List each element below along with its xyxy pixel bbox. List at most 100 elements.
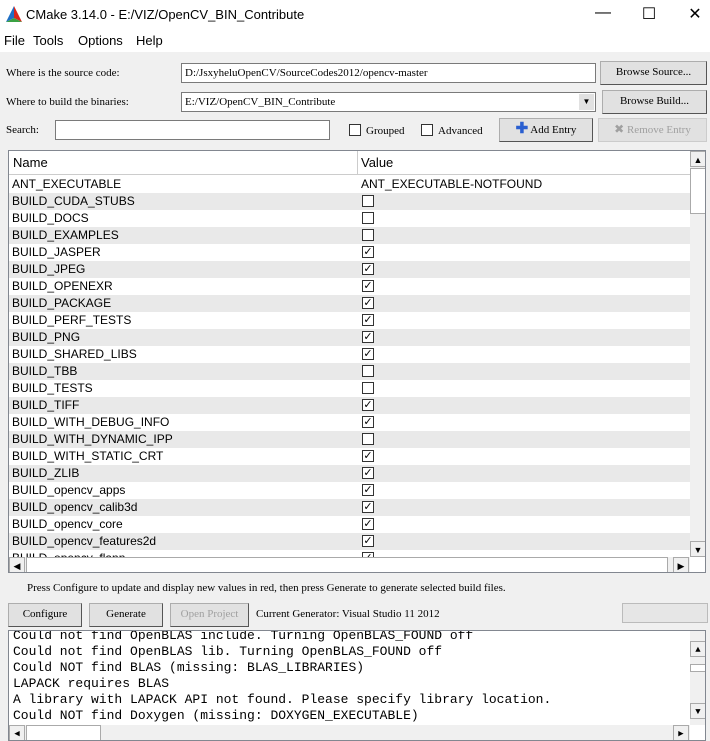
configure-button[interactable]: Configure	[8, 603, 82, 627]
remove-entry-button[interactable]: ✖ Remove Entry	[598, 118, 707, 142]
menu-file[interactable]: File	[4, 33, 25, 48]
column-header-value[interactable]: Value	[361, 155, 393, 170]
entry-checkbox[interactable]: ✓	[362, 297, 374, 309]
scroll-right-arrow-icon[interactable]: ▶	[673, 557, 689, 572]
entry-checkbox[interactable]: ✓	[362, 314, 374, 326]
build-path-combobox[interactable]: E:/VIZ/OpenCV_BIN_Contribute ▼	[181, 92, 596, 112]
entry-checkbox[interactable]: ✓	[362, 280, 374, 292]
table-row[interactable]: BUILD_CUDA_STUBS	[9, 193, 691, 210]
table-row[interactable]: BUILD_ZLIB ✓	[9, 465, 691, 482]
entry-name: BUILD_PACKAGE	[12, 296, 112, 310]
dropdown-arrow-icon[interactable]: ▼	[579, 94, 594, 110]
table-row[interactable]: BUILD_TBB	[9, 363, 691, 380]
log-scroll-left-arrow-icon[interactable]: ◀	[9, 725, 25, 740]
entry-name: BUILD_opencv_core	[12, 517, 123, 531]
table-row[interactable]: BUILD_opencv_features2d ✓	[9, 533, 691, 550]
menu-help[interactable]: Help	[136, 33, 163, 48]
log-line: Could not find OpenBLAS include. Turning…	[13, 630, 474, 643]
close-button[interactable]: ✕	[680, 4, 710, 24]
table-row[interactable]: BUILD_WITH_DEBUG_INFO ✓	[9, 414, 691, 431]
generate-button[interactable]: Generate	[89, 603, 163, 627]
table-row[interactable]: BUILD_EXAMPLES	[9, 227, 691, 244]
source-label: Where is the source code:	[6, 67, 120, 79]
log-scroll-right-arrow-icon[interactable]: ▶	[673, 725, 689, 740]
menu-options[interactable]: Options	[78, 33, 123, 48]
scrollbar-thumb[interactable]	[690, 168, 705, 214]
scrollbar-thumb-horizontal[interactable]	[26, 557, 668, 572]
minimize-button[interactable]: —	[588, 4, 618, 22]
log-scrollbar-thumb[interactable]	[690, 664, 705, 672]
entry-checkbox[interactable]: ✓	[362, 501, 374, 513]
source-path-input[interactable]: D:/JsxyheluOpenCV/SourceCodes2012/opencv…	[181, 63, 596, 83]
table-row[interactable]: BUILD_JASPER ✓	[9, 244, 691, 261]
advanced-checkbox[interactable]	[421, 124, 433, 136]
column-header-name[interactable]: Name	[13, 155, 48, 170]
table-row[interactable]: BUILD_PACKAGE ✓	[9, 295, 691, 312]
output-log[interactable]: Could not find OpenBLAS include. Turning…	[8, 630, 706, 741]
table-row[interactable]: BUILD_TIFF ✓	[9, 397, 691, 414]
table-row[interactable]: BUILD_PNG ✓	[9, 329, 691, 346]
log-scroll-down-arrow-icon[interactable]: ▼	[690, 703, 705, 719]
entry-checkbox[interactable]: ✓	[362, 484, 374, 496]
entry-name: BUILD_WITH_DYNAMIC_IPP	[12, 432, 173, 446]
entry-name: BUILD_OPENEXR	[12, 279, 113, 293]
column-divider[interactable]	[357, 151, 358, 175]
entry-checkbox[interactable]: ✓	[362, 535, 374, 547]
log-scrollbar-thumb-horizontal[interactable]	[26, 725, 101, 740]
table-row[interactable]: BUILD_WITH_DYNAMIC_IPP	[9, 431, 691, 448]
entry-checkbox[interactable]: ✓	[362, 467, 374, 479]
entry-checkbox[interactable]: ✓	[362, 450, 374, 462]
maximize-button[interactable]: ☐	[634, 4, 664, 24]
entry-checkbox[interactable]	[362, 433, 374, 445]
entry-checkbox[interactable]	[362, 212, 374, 224]
entry-checkbox[interactable]: ✓	[362, 331, 374, 343]
plus-icon: ✚	[515, 121, 529, 137]
window-title: CMake 3.14.0 - E:/VIZ/OpenCV_BIN_Contrib…	[26, 7, 305, 22]
entry-checkbox[interactable]: ✓	[362, 348, 374, 360]
entry-name: BUILD_EXAMPLES	[12, 228, 119, 242]
table-row[interactable]: BUILD_opencv_calib3d ✓	[9, 499, 691, 516]
log-line: Could NOT find Doxygen (missing: DOXYGEN…	[13, 708, 419, 723]
scroll-up-arrow-icon[interactable]: ▲	[690, 151, 705, 167]
entry-checkbox[interactable]: ✓	[362, 518, 374, 530]
table-row[interactable]: ANT_EXECUTABLE ANT_EXECUTABLE-NOTFOUND	[9, 176, 691, 193]
table-row[interactable]: BUILD_JPEG ✓	[9, 261, 691, 278]
entry-checkbox[interactable]: ✓	[362, 263, 374, 275]
advanced-label: Advanced	[438, 125, 483, 137]
build-label: Where to build the binaries:	[6, 96, 129, 108]
entry-value[interactable]: ANT_EXECUTABLE-NOTFOUND	[361, 177, 542, 191]
entry-name: BUILD_JASPER	[12, 245, 101, 259]
table-row[interactable]: BUILD_DOCS	[9, 210, 691, 227]
entry-checkbox[interactable]	[362, 229, 374, 241]
entry-checkbox[interactable]: ✓	[362, 416, 374, 428]
search-input[interactable]	[55, 120, 330, 140]
log-scroll-up-arrow-icon[interactable]: ▲	[690, 641, 705, 657]
table-row[interactable]: BUILD_WITH_STATIC_CRT ✓	[9, 448, 691, 465]
entry-checkbox[interactable]	[362, 195, 374, 207]
table-row[interactable]: BUILD_PERF_TESTS ✓	[9, 312, 691, 329]
entry-checkbox[interactable]	[362, 382, 374, 394]
scroll-left-arrow-icon[interactable]: ◀	[9, 557, 25, 572]
log-horizontal-scrollbar[interactable]: ◀ ▶	[9, 725, 690, 740]
log-vertical-scrollbar[interactable]: ▲ ▼	[690, 631, 705, 725]
browse-source-button[interactable]: Browse Source...	[600, 61, 707, 85]
horizontal-scrollbar[interactable]: ◀ ▶	[9, 557, 690, 572]
table-row[interactable]: BUILD_TESTS	[9, 380, 691, 397]
grouped-checkbox[interactable]	[349, 124, 361, 136]
table-row[interactable]: BUILD_opencv_core ✓	[9, 516, 691, 533]
log-line: LAPACK requires BLAS	[13, 676, 170, 691]
table-row[interactable]: BUILD_opencv_apps ✓	[9, 482, 691, 499]
add-entry-button[interactable]: ✚ Add Entry	[499, 118, 593, 142]
menu-tools[interactable]: Tools	[33, 33, 63, 48]
table-row[interactable]: BUILD_SHARED_LIBS ✓	[9, 346, 691, 363]
entry-checkbox[interactable]: ✓	[362, 246, 374, 258]
entry-checkbox[interactable]	[362, 365, 374, 377]
vertical-scrollbar[interactable]: ▲ ▼	[690, 151, 705, 557]
scroll-down-arrow-icon[interactable]: ▼	[690, 541, 705, 557]
entry-name: ANT_EXECUTABLE	[12, 177, 122, 191]
open-project-button[interactable]: Open Project	[170, 603, 249, 627]
browse-build-button[interactable]: Browse Build...	[602, 90, 707, 114]
entry-checkbox[interactable]: ✓	[362, 399, 374, 411]
table-row[interactable]: BUILD_OPENEXR ✓	[9, 278, 691, 295]
hint-text: Press Configure to update and display ne…	[27, 582, 506, 594]
